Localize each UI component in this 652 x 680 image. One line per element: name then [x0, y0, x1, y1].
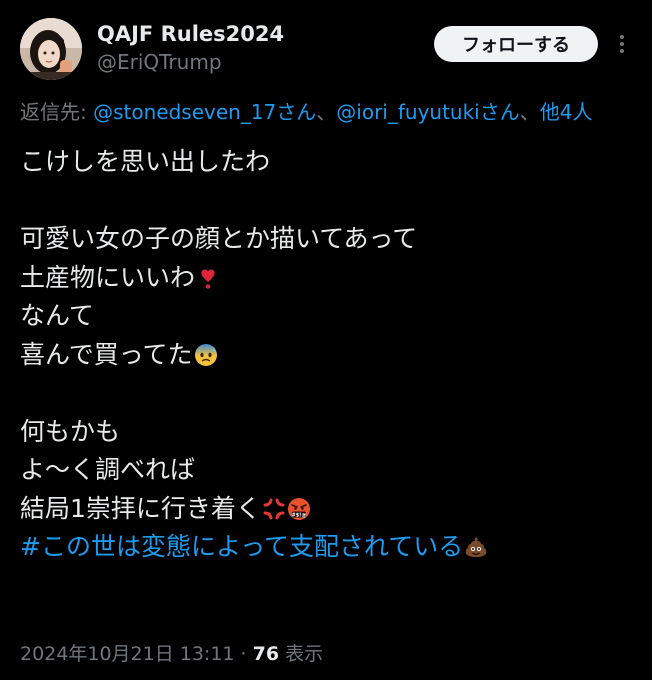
anxious-sweat-icon — [194, 343, 217, 366]
meta-separator: · — [234, 643, 253, 665]
tweet-header: QAJF Rules2024 @EriQTrump フォローする — [20, 16, 636, 82]
text-line: 土産物にいいわ — [20, 259, 636, 298]
text-line: こけしを思い出したわ — [20, 143, 636, 182]
user-handle[interactable]: @EriQTrump — [97, 48, 284, 76]
text-line-content: なんて — [20, 301, 94, 330]
svg-text:#$!@: #$!@ — [291, 512, 306, 518]
text-line-content: よ〜く調べれば — [20, 455, 196, 484]
cursing-face-icon: #$!@ — [287, 497, 310, 520]
text-line-content: 土産物にいいわ — [20, 262, 196, 292]
author-names: QAJF Rules2024 @EriQTrump — [97, 20, 284, 76]
mention-link[interactable]: @iori_fuyutukiさん — [336, 100, 519, 124]
tweet-text: こけしを思い出したわ 可愛い女の子の顔とか描いてあって 土産物にいいわ なんて … — [20, 143, 636, 567]
reply-separator: 、 — [316, 100, 337, 124]
mention-link[interactable]: @stonedseven_17さん — [93, 100, 316, 124]
timestamp[interactable]: 2024年10月21日 13:11 — [20, 643, 235, 665]
text-line-content: こけしを思い出したわ — [20, 147, 271, 176]
text-line-content: 何もかも — [20, 416, 121, 446]
text-line-content: 可愛い女の子の顔とか描いてあって — [20, 224, 418, 253]
views-label: 表示 — [279, 643, 324, 665]
heart-exclamation-icon — [201, 268, 215, 289]
text-line: 可愛い女の子の顔とか描いてあって — [20, 220, 636, 259]
reply-separator: 、 — [519, 100, 540, 124]
avatar[interactable] — [20, 18, 82, 80]
text-line-content: 喜んで買ってた — [20, 339, 193, 369]
text-line-content: 結局1崇拝に行き着く — [20, 493, 261, 523]
text-line: なんて — [20, 297, 636, 336]
text-line: #この世は変態によって支配されている — [20, 528, 636, 567]
text-line: よ〜く調べれば — [20, 451, 636, 490]
text-line: 結局1崇拝に行き着く #$!@ — [20, 490, 636, 529]
follow-button[interactable]: フォローする — [434, 26, 598, 62]
reply-prefix: 返信先: — [20, 100, 94, 124]
hashtag-link[interactable]: #この世は変態によって支配されている — [20, 532, 463, 561]
more-dots-icon[interactable] — [610, 32, 634, 56]
reply-to-line: 返信先: @stonedseven_17さん、@iori_fuyutukiさん、… — [20, 98, 592, 126]
pile-of-poo-icon — [465, 537, 487, 557]
views-count: 76 — [252, 643, 280, 665]
text-line: 何もかも — [20, 413, 636, 452]
display-name[interactable]: QAJF Rules2024 — [97, 20, 284, 48]
profile-photo-icon — [20, 18, 82, 80]
anger-symbol-icon — [263, 498, 285, 519]
text-line: 喜んで買ってた — [20, 336, 636, 375]
tweet-meta: 2024年10月21日 13:11 · 76 表示 — [20, 641, 323, 667]
others-link[interactable]: 他4人 — [540, 100, 593, 124]
